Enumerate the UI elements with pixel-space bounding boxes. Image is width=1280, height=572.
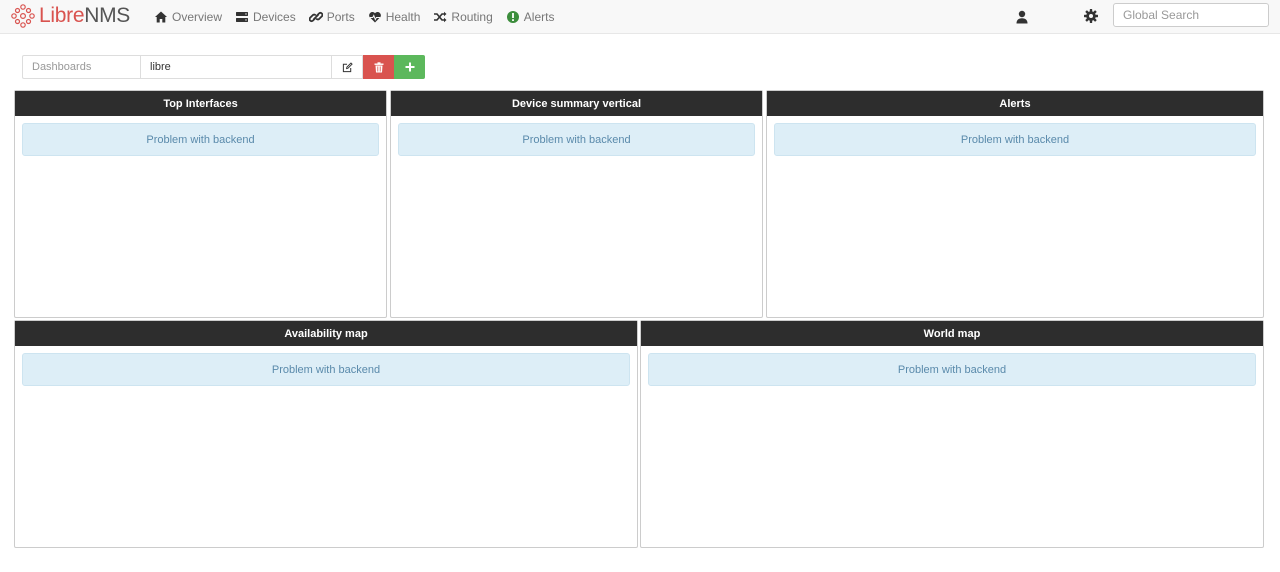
top-navbar: LibreNMS Overview Devices Ports Health R… (0, 0, 1280, 34)
widget-error-message: Problem with backend (22, 123, 379, 156)
widget-world-map: World map Problem with backend (640, 320, 1264, 548)
widget-error-message: Problem with backend (648, 353, 1256, 386)
nav-routing[interactable]: Routing (433, 0, 493, 34)
dashboards-label: Dashboards (22, 55, 140, 79)
widget-device-summary-vertical: Device summary vertical Problem with bac… (390, 90, 763, 318)
link-icon (308, 10, 323, 24)
nav-health-label: Health (385, 10, 421, 24)
widget-error-message: Problem with backend (22, 353, 630, 386)
main-nav: Overview Devices Ports Health Routing Al… (154, 0, 567, 34)
add-dashboard-button[interactable] (394, 55, 425, 79)
widget-header[interactable]: Device summary vertical (391, 91, 762, 116)
edit-icon (342, 61, 353, 72)
widget-header[interactable]: World map (641, 321, 1263, 346)
nav-routing-label: Routing (451, 10, 493, 24)
widget-header[interactable]: Availability map (15, 321, 637, 346)
heartbeat-icon (368, 10, 382, 24)
widget-header[interactable]: Alerts (767, 91, 1263, 116)
nav-health[interactable]: Health (368, 0, 421, 34)
exclamation-circle-icon (506, 10, 520, 24)
nav-overview-label: Overview (172, 10, 223, 24)
brand-logo[interactable]: LibreNMS (10, 2, 130, 30)
home-icon (154, 10, 168, 24)
widget-top-interfaces: Top Interfaces Problem with backend (14, 90, 387, 318)
server-icon (235, 10, 249, 24)
nav-ports[interactable]: Ports (308, 0, 355, 34)
nav-ports-label: Ports (326, 10, 355, 24)
nav-devices[interactable]: Devices (235, 0, 296, 34)
delete-dashboard-button[interactable] (363, 55, 394, 79)
global-search-input[interactable] (1113, 3, 1269, 27)
brand-name: LibreNMS (39, 4, 130, 27)
user-icon[interactable] (1014, 9, 1030, 25)
edit-dashboard-button[interactable] (332, 55, 363, 79)
dashboard-select[interactable]: libre (140, 55, 332, 79)
widget-alerts: Alerts Problem with backend (766, 90, 1264, 318)
nav-alerts-label: Alerts (523, 10, 555, 24)
widget-header[interactable]: Top Interfaces (15, 91, 386, 116)
nav-overview[interactable]: Overview (154, 0, 222, 34)
random-icon (433, 10, 447, 24)
dashboard-toolbar: Dashboards libre (22, 55, 425, 79)
trash-icon (374, 61, 383, 72)
widget-availability-map: Availability map Problem with backend (14, 320, 638, 548)
nav-alerts[interactable]: Alerts (506, 0, 555, 34)
gear-icon[interactable] (1083, 8, 1099, 24)
plus-icon (405, 62, 414, 72)
nav-devices-label: Devices (253, 10, 296, 24)
librenms-logo-icon (11, 4, 35, 28)
widget-error-message: Problem with backend (774, 123, 1256, 156)
widget-error-message: Problem with backend (398, 123, 755, 156)
